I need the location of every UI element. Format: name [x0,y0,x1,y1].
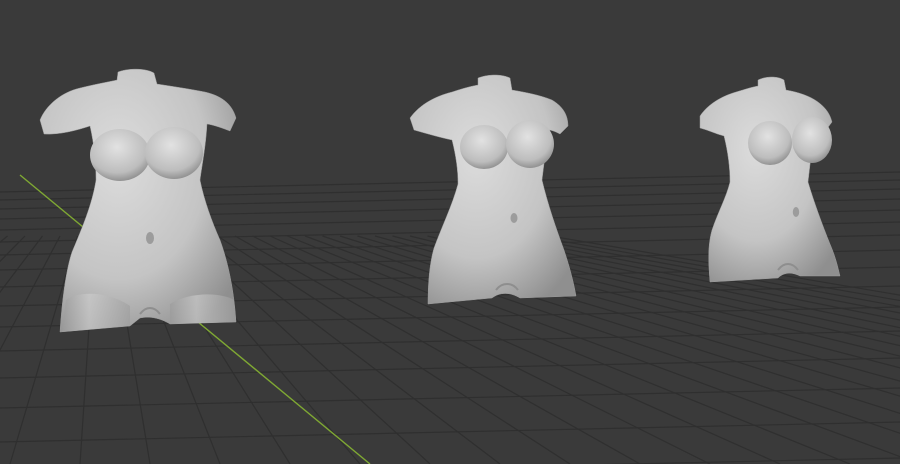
grid-line [0,387,900,409]
3d-viewport[interactable] [0,0,900,464]
viewport-canvas[interactable] [0,0,900,464]
grid-line [602,457,900,464]
sculpt-mesh-1[interactable] [39,68,237,333]
sculpt-mesh-3[interactable] [699,76,841,283]
sculpt-mesh-2[interactable] [409,74,577,305]
grid-line [0,421,900,443]
